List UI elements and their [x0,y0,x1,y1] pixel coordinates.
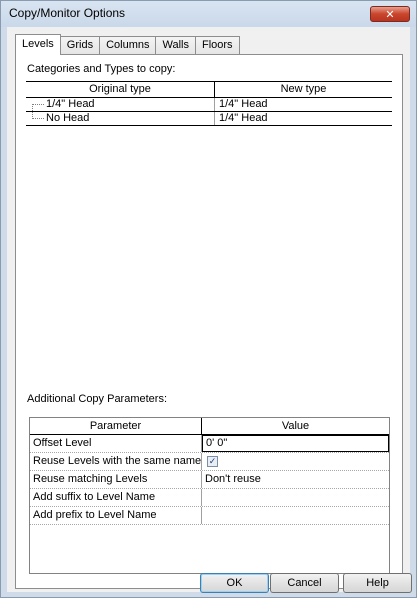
categories-label: Categories and Types to copy: [27,63,176,75]
table-row[interactable]: Offset Level 0' 0" [30,435,389,453]
dialog-body: Levels Grids Columns Walls Floors Catego… [7,27,412,593]
tab-columns[interactable]: Columns [99,36,157,55]
title-bar: Copy/Monitor Options ✕ [1,1,416,27]
parameter-name: Add suffix to Level Name [30,489,202,506]
parameter-name: Reuse Levels with the same name [30,453,202,470]
close-icon: ✕ [385,8,395,21]
tab-walls[interactable]: Walls [155,36,196,55]
copy-monitor-options-dialog: Copy/Monitor Options ✕ Levels Grids Colu… [0,0,417,598]
reuse-levels-checkbox[interactable]: ✓ [207,456,218,467]
tree-branch-icon [32,118,44,119]
tab-floors[interactable]: Floors [194,36,240,55]
table-row[interactable]: No Head 1/4" Head [26,112,392,125]
parameters-table: Parameter Value Offset Level 0' 0" Reuse… [29,417,390,574]
new-type-cell[interactable]: 1/4" Head [215,98,392,111]
tab-levels[interactable]: Levels [15,34,61,55]
table-row[interactable]: 1/4" Head 1/4" Head [26,98,392,112]
cancel-button[interactable]: Cancel [270,573,339,593]
original-type-label: 1/4" Head [46,98,95,110]
parameter-name: Reuse matching Levels [30,471,202,488]
ok-button[interactable]: OK [200,573,269,593]
parameters-header: Parameter Value [30,418,389,435]
column-header-parameter[interactable]: Parameter [30,418,202,434]
table-row[interactable]: Reuse Levels with the same name ✓ [30,453,389,471]
original-type-cell: No Head [26,112,215,125]
help-button[interactable]: Help [343,573,412,593]
column-header-value[interactable]: Value [202,418,389,434]
type-mapping-table: Original type New type 1/4" Head 1/4" He… [26,81,392,126]
table-row[interactable]: Add suffix to Level Name [30,489,389,507]
column-header-new-type[interactable]: New type [215,82,392,97]
tab-grids[interactable]: Grids [59,36,101,55]
window-title: Copy/Monitor Options [9,6,126,20]
offset-level-field[interactable]: 0' 0" [202,435,389,452]
original-type-label: No Head [46,112,90,124]
suffix-field[interactable] [202,489,389,506]
tree-line-icon [32,104,33,111]
tree-branch-icon [32,104,44,105]
column-header-original-type[interactable]: Original type [26,82,215,97]
table-row[interactable]: Reuse matching Levels Don't reuse [30,471,389,489]
reuse-matching-levels-select[interactable]: Don't reuse [202,471,389,488]
close-button[interactable]: ✕ [370,6,410,22]
value-cell: ✓ [202,453,389,470]
new-type-cell[interactable]: 1/4" Head [215,112,392,125]
additional-parameters-label: Additional Copy Parameters: [27,393,168,405]
type-mapping-header: Original type New type [26,82,392,98]
checkbox-checked-icon: ✓ [208,456,217,466]
parameter-name: Offset Level [30,435,202,452]
prefix-field[interactable] [202,507,389,524]
levels-tab-panel: Categories and Types to copy: Original t… [15,54,403,589]
original-type-cell: 1/4" Head [26,98,215,111]
table-row[interactable]: Add prefix to Level Name [30,507,389,525]
parameter-name: Add prefix to Level Name [30,507,202,524]
tab-strip: Levels Grids Columns Walls Floors [15,34,240,55]
